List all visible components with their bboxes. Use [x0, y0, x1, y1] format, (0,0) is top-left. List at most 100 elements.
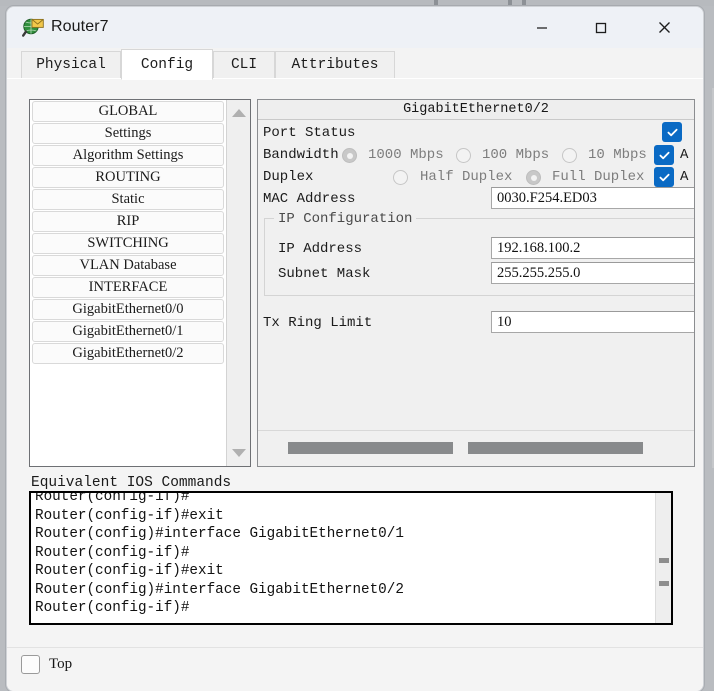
mac-address-label: MAC Address [263, 191, 356, 207]
config-section-list-inner: GLOBAL Settings Algorithm Settings ROUTI… [30, 100, 226, 466]
tab-strip: Physical Config CLI Attributes [7, 48, 703, 80]
sidebar-item-gigabitethernet0-1[interactable]: GigabitEthernet0/1 [32, 321, 224, 342]
sidebar-item-gigabitethernet0-2[interactable]: GigabitEthernet0/2 [32, 343, 224, 364]
background-tick [434, 0, 438, 5]
tab-config[interactable]: Config [121, 49, 213, 80]
sidebar-item-gigabitethernet0-0[interactable]: GigabitEthernet0/0 [32, 299, 224, 320]
sidebar-item-routing[interactable]: ROUTING [32, 167, 224, 188]
minimize-button[interactable] [519, 7, 565, 48]
duplex-radio-full[interactable] [526, 170, 541, 185]
top-checkbox-row[interactable]: Top [21, 655, 72, 674]
title-bar: Router7 [7, 7, 703, 48]
ip-address-input[interactable]: 192.168.100.2 [491, 237, 694, 259]
scroll-down-arrow-icon[interactable] [231, 445, 247, 461]
port-status-label: Port Status [263, 125, 356, 141]
duplex-option-full-label: Full Duplex [552, 169, 645, 185]
content-body: GLOBAL Settings Algorithm Settings ROUTI… [7, 79, 703, 691]
sidebar-item-label: Static [111, 191, 145, 207]
panel-divider [258, 430, 694, 431]
scrollbar-mark[interactable] [659, 581, 669, 586]
subnet-mask-label: Subnet Mask [278, 266, 371, 282]
bandwidth-radio-100[interactable] [456, 148, 471, 163]
sidebar-item-label: INTERFACE [88, 279, 168, 295]
ios-commands-title: Equivalent IOS Commands [31, 475, 232, 491]
tx-ring-limit-input[interactable]: 10 [491, 311, 694, 333]
tx-ring-limit-value: 10 [497, 313, 512, 330]
check-icon [659, 151, 670, 159]
sidebar-item-switching[interactable]: SWITCHING [32, 233, 224, 254]
tx-ring-limit-label: Tx Ring Limit [263, 315, 373, 331]
ios-vertical-scrollbar[interactable] [655, 493, 671, 623]
subnet-mask-input[interactable]: 255.255.255.0 [491, 262, 694, 284]
port-status-checkbox[interactable] [662, 122, 682, 142]
ip-configuration-title: IP Configuration [274, 211, 417, 227]
bottom-separator [7, 647, 703, 648]
scrollbar-mark[interactable] [659, 558, 669, 563]
scrollbar-thumb[interactable] [468, 442, 643, 454]
sidebar-item-label: GigabitEthernet0/2 [72, 345, 184, 361]
check-icon [667, 128, 678, 136]
sidebar-item-label: GigabitEthernet0/1 [72, 323, 184, 339]
bandwidth-radio-10[interactable] [562, 148, 577, 163]
ip-address-label: IP Address [278, 241, 363, 257]
bandwidth-option-10-label: 10 Mbps [588, 147, 647, 163]
sidebar-item-label: Settings [104, 125, 152, 141]
duplex-option-half-label: Half Duplex [420, 169, 513, 185]
tab-physical-label: Physical [36, 57, 106, 73]
duplex-radio-half[interactable] [393, 170, 408, 185]
bandwidth-option-1000-label: 1000 Mbps [368, 147, 444, 163]
tab-config-label: Config [140, 56, 194, 73]
window-title: Router7 [51, 18, 109, 35]
tab-physical[interactable]: Physical [21, 51, 121, 79]
ios-commands-box[interactable]: Router(config-if)# Router(config-if)#exi… [29, 491, 673, 625]
interface-header: GigabitEthernet0/2 [258, 100, 694, 120]
sidebar-scrollbar[interactable] [226, 100, 250, 466]
maximize-icon [595, 22, 607, 33]
mac-address-input[interactable]: 0030.F254.ED03 [491, 187, 694, 209]
top-checkbox[interactable] [21, 655, 40, 674]
duplex-auto-checkbox[interactable] [654, 167, 674, 187]
sidebar-item-label: ROUTING [95, 169, 161, 185]
sidebar-item-settings[interactable]: Settings [32, 123, 224, 144]
duplex-auto-label: A [680, 169, 689, 185]
scrollbar-thumb[interactable] [288, 442, 453, 454]
sidebar-item-algorithm-settings[interactable]: Algorithm Settings [32, 145, 224, 166]
sidebar-item-rip[interactable]: RIP [32, 211, 224, 232]
bandwidth-option-100-label: 100 Mbps [482, 147, 550, 163]
close-icon [658, 22, 670, 33]
sidebar-item-label: VLAN Database [79, 257, 177, 273]
sidebar-item-static[interactable]: Static [32, 189, 224, 210]
minimize-icon [537, 26, 547, 29]
tab-attributes-label: Attributes [291, 57, 379, 73]
bandwidth-label: Bandwidth [263, 147, 339, 163]
sidebar-item-global[interactable]: GLOBAL [32, 101, 224, 122]
router-inspect-icon [21, 16, 45, 40]
top-checkbox-label: Top [49, 656, 73, 672]
sidebar-item-label: SWITCHING [87, 235, 169, 251]
screen-root: Router7 Physical Config CLI Attributes G… [0, 0, 714, 691]
sidebar-item-label: RIP [116, 213, 140, 229]
duplex-label: Duplex [263, 169, 314, 185]
sidebar-item-vlan-database[interactable]: VLAN Database [32, 255, 224, 276]
maximize-button[interactable] [578, 7, 624, 48]
tab-cli[interactable]: CLI [213, 51, 275, 79]
panel-hscrollbar-left[interactable] [266, 441, 466, 455]
background-tick [508, 0, 512, 5]
sidebar-item-label: GLOBAL [98, 103, 158, 119]
sidebar-item-label: Algorithm Settings [72, 147, 184, 163]
ip-address-value: 192.168.100.2 [497, 239, 581, 256]
bandwidth-radio-1000[interactable] [342, 148, 357, 163]
close-button[interactable] [641, 7, 687, 48]
bandwidth-auto-checkbox[interactable] [654, 145, 674, 165]
bandwidth-auto-label: A [680, 147, 689, 163]
panel-hscrollbar-right[interactable] [468, 441, 690, 455]
check-icon [659, 173, 670, 181]
interface-config-panel: GigabitEthernet0/2 Port Status Bandwidth… [257, 99, 695, 467]
sidebar-item-interface[interactable]: INTERFACE [32, 277, 224, 298]
config-section-list[interactable]: GLOBAL Settings Algorithm Settings ROUTI… [29, 99, 251, 467]
tab-attributes[interactable]: Attributes [275, 51, 395, 79]
tab-cli-label: CLI [230, 57, 258, 73]
subnet-mask-value: 255.255.255.0 [497, 264, 581, 281]
scroll-up-arrow-icon[interactable] [231, 105, 247, 121]
background-tick [522, 0, 526, 5]
